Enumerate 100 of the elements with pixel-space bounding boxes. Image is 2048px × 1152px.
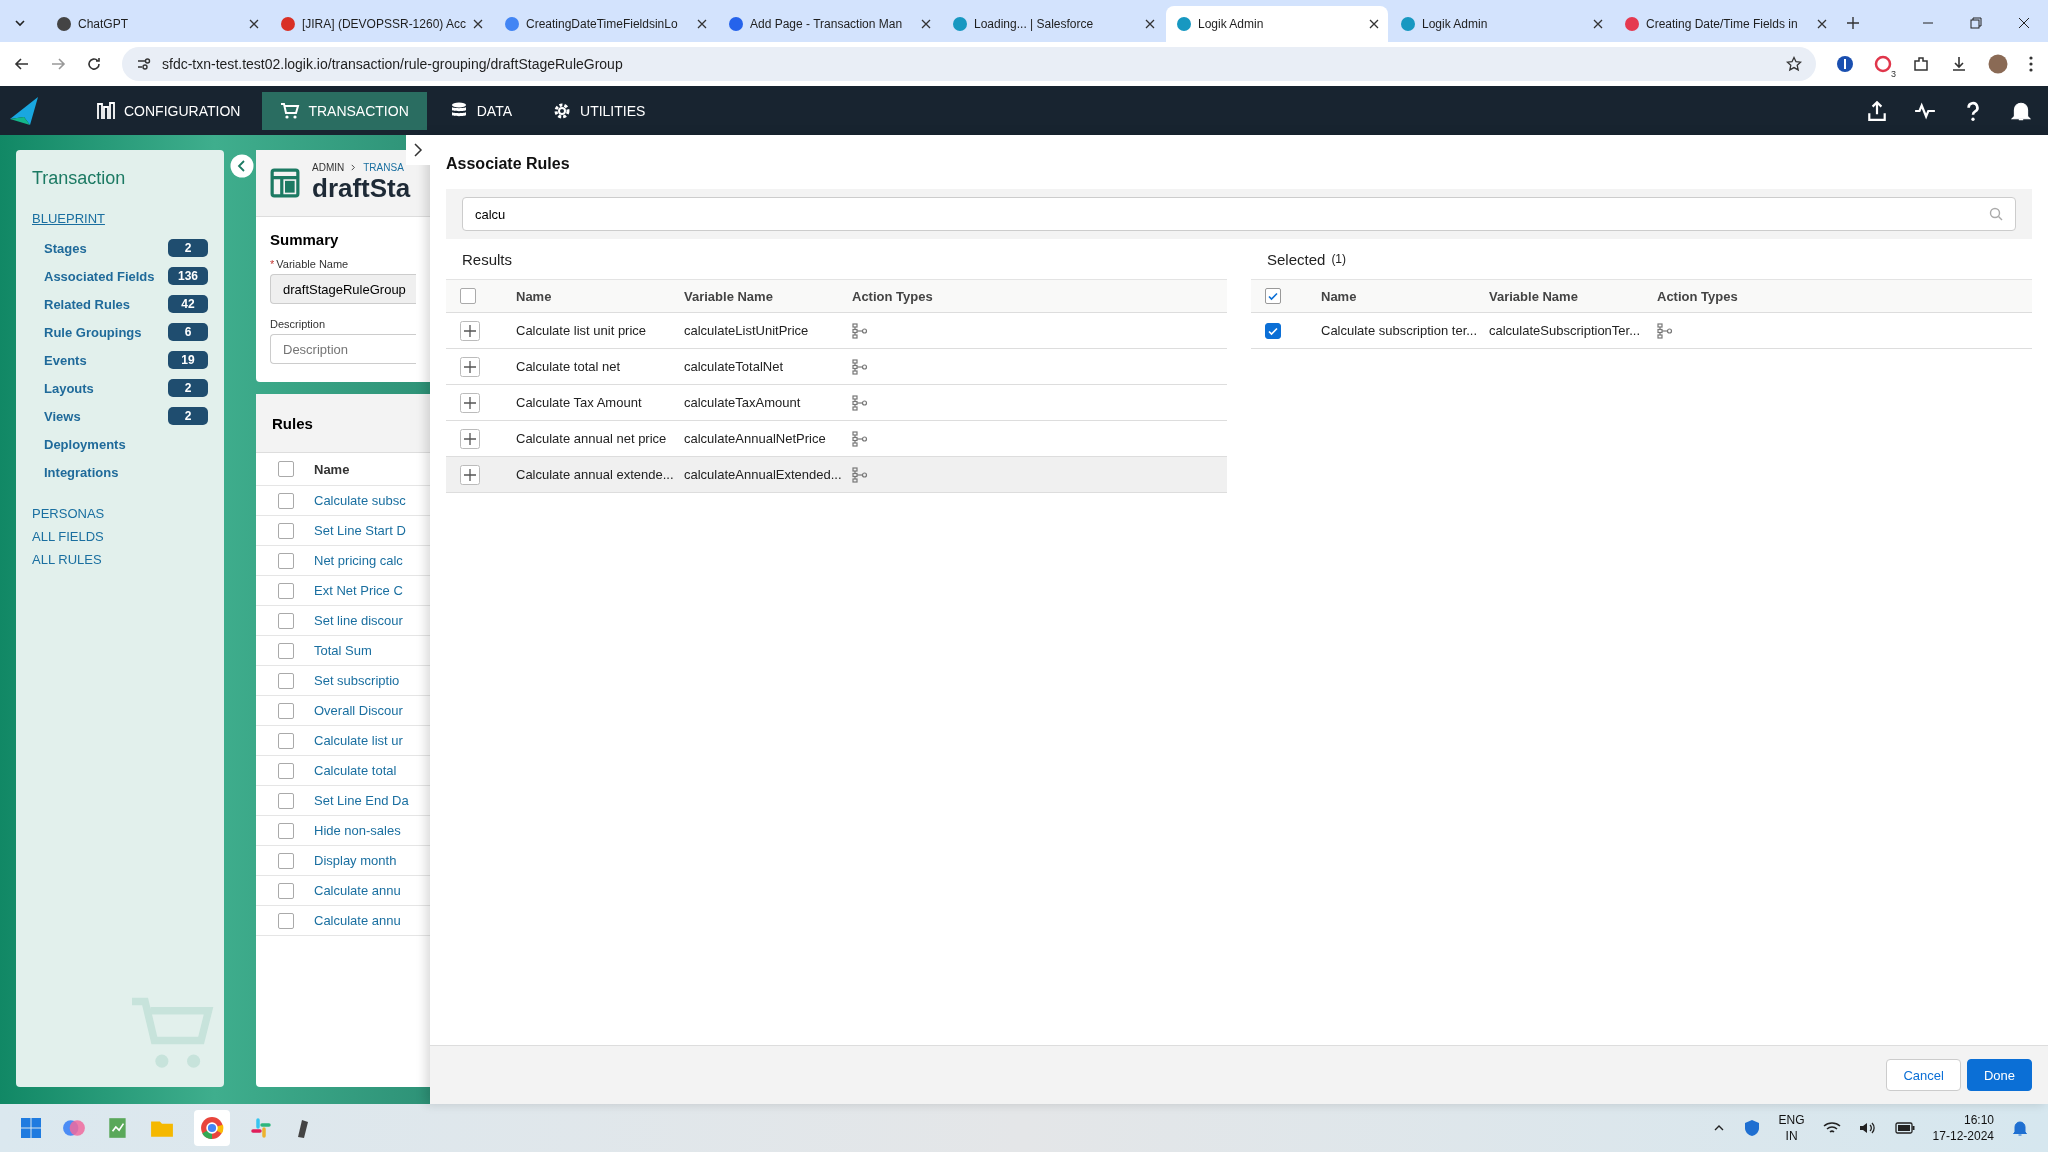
add-icon[interactable] [460,464,480,485]
clock-time[interactable]: 16:10 [1963,1112,1994,1128]
checkbox[interactable] [278,822,294,839]
table-row[interactable]: Calculate total net calculateTotalNet [446,349,1227,385]
checkbox[interactable] [278,792,294,809]
rule-link[interactable]: Calculate list ur [314,733,403,748]
breadcrumb-link[interactable]: ADMIN [312,162,345,173]
sidebar-item[interactable]: Rule Groupings [44,324,142,340]
back-icon[interactable] [14,56,30,72]
checkbox[interactable] [1265,288,1281,304]
checkbox[interactable] [278,852,294,869]
browser-tab[interactable]: Loading... | Salesforce [942,6,1164,42]
section-link[interactable]: BLUEPRINT [32,211,208,226]
bookmark-star-icon[interactable] [1786,56,1802,72]
checkbox[interactable] [278,642,294,659]
rule-link[interactable]: Calculate annu [314,883,401,898]
close-icon[interactable] [920,18,932,30]
rule-link[interactable]: Total Sum [314,643,372,658]
new-tab-icon[interactable] [1846,16,1860,30]
sidebar-item[interactable]: Views [44,408,81,424]
chrome-icon[interactable] [200,1116,224,1140]
rule-link[interactable]: Display month [314,853,397,868]
windows-icon[interactable] [20,1117,42,1139]
wifi-icon[interactable] [1822,1121,1841,1135]
menu-icon[interactable] [2028,55,2034,73]
table-row[interactable]: Calculate Tax Amount calculateTaxAmount [446,385,1227,421]
language-indicator[interactable]: ENG [1778,1112,1805,1128]
clock-date[interactable]: 17-12-2024 [1932,1128,1994,1144]
browser-tab[interactable]: Add Page - Transaction Man [718,6,940,42]
checkbox[interactable] [278,492,294,509]
rule-link[interactable]: Calculate subsc [314,493,406,508]
chevron-right-icon[interactable] [406,135,430,165]
nav-tab[interactable]: DATA [430,91,530,130]
add-icon[interactable] [460,356,480,377]
browser-tab[interactable]: CreatingDateTimeFieldsinLo [494,6,716,42]
sidebar-link[interactable]: ALL RULES [32,552,102,567]
sidebar-link[interactable]: PERSONAS [32,506,105,521]
checkbox[interactable] [278,612,294,629]
rule-link[interactable]: Calculate annu [314,913,401,928]
rule-link[interactable]: Set line discour [314,613,403,628]
checkbox[interactable] [278,732,294,749]
rule-link[interactable]: Ext Net Price C [314,583,403,598]
browser-tab[interactable]: Creating Date/Time Fields in [1614,6,1836,42]
rule-link[interactable]: Hide non-sales [314,823,401,838]
forward-icon[interactable] [50,56,66,72]
nav-tab[interactable]: TRANSACTION [262,91,427,130]
reload-icon[interactable] [86,56,102,72]
browser-tab[interactable]: [JIRA] (DEVOPSSR-1260) Acc [270,6,492,42]
sidebar-item[interactable]: Events [44,352,87,368]
add-icon[interactable] [460,320,480,341]
shield-icon[interactable] [1742,1119,1761,1137]
collapse-icon[interactable] [230,154,254,178]
checkbox[interactable] [278,552,294,569]
battery-icon[interactable] [1894,1122,1915,1134]
sidebar-link[interactable]: ALL FIELDS [32,529,104,544]
checkbox[interactable] [278,672,294,689]
close-icon[interactable] [1368,18,1380,30]
rule-link[interactable]: Set Line End Da [314,793,409,808]
password-icon[interactable] [1836,55,1854,73]
checkbox[interactable] [278,461,294,477]
browser-tab[interactable]: Logik Admin [1166,6,1388,42]
address-bar[interactable]: sfdc-txn-test.test02.logik.io/transaction/rule-grouping/draftStageRuleGroup [122,47,1816,81]
sidebar-item[interactable]: Layouts [44,380,94,396]
browser-tab[interactable]: ChatGPT [46,6,268,42]
rule-link[interactable]: Calculate total [314,763,397,778]
close-icon[interactable] [1144,18,1156,30]
rule-link[interactable]: Set Line Start D [314,523,406,538]
checkbox[interactable] [278,762,294,779]
restore-icon[interactable] [1970,17,1982,29]
cancel-button[interactable]: Cancel [1886,1059,1961,1091]
add-icon[interactable] [460,392,480,413]
sidebar-item[interactable]: Associated Fields [44,268,155,284]
table-row[interactable]: Calculate list unit price calculateListUnitPrice [446,313,1227,349]
sidebar-item[interactable]: Related Rules [44,296,130,312]
close-icon[interactable] [696,18,708,30]
browser-tab[interactable]: Logik Admin [1390,6,1612,42]
volume-icon[interactable] [1858,1121,1877,1135]
rule-link[interactable]: Net pricing calc [314,553,403,568]
extension-icon[interactable] [1874,55,1892,73]
checkbox[interactable] [278,702,294,719]
download-icon[interactable] [1950,55,1968,73]
input-field[interactable]: Description [270,334,416,364]
site-info-icon[interactable] [136,56,152,72]
checkbox[interactable] [278,582,294,599]
avatar-icon[interactable] [1988,54,2008,74]
close-icon[interactable] [1592,18,1604,30]
input-field[interactable]: draftStageRuleGroup [270,274,416,304]
done-button[interactable]: Done [1966,1059,2032,1091]
close-icon[interactable] [248,18,260,30]
checkbox[interactable] [1265,322,1281,339]
sidebar-item[interactable]: Integrations [44,464,119,480]
sidebar-item[interactable]: Stages [44,240,87,256]
rule-link[interactable]: Set subscriptio [314,673,400,688]
nav-tab[interactable]: CONFIGURATION [78,91,259,130]
extensions-icon[interactable] [1912,55,1930,73]
add-icon[interactable] [460,428,480,449]
checkbox[interactable] [460,288,476,304]
upload-icon[interactable] [1866,99,1888,122]
close-icon[interactable] [2018,17,2030,29]
search-field[interactable]: calcu [462,197,2016,231]
